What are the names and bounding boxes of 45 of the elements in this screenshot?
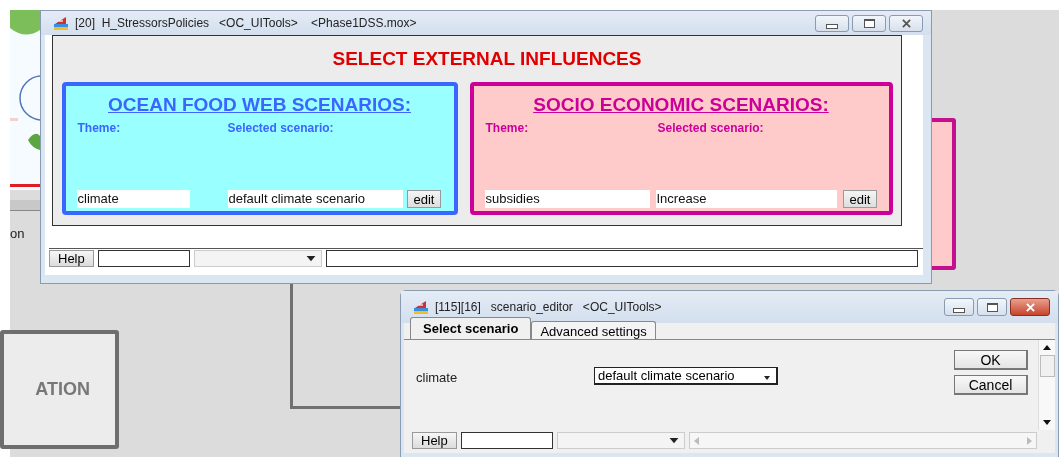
field-label: Selected scenario: xyxy=(657,121,764,135)
right-arrow-icon xyxy=(1027,436,1032,445)
field-label: climate xyxy=(416,370,459,385)
close-icon xyxy=(1024,302,1036,312)
close-icon xyxy=(900,18,912,28)
card-title: SOCIO ECONOMIC SCENARIOS: xyxy=(532,94,830,116)
caret-icon xyxy=(667,437,680,444)
window-title: [115][16] scenario_editor <OC_UITools> xyxy=(435,300,663,314)
field-label: Selected scenario: xyxy=(227,121,334,135)
scenario-field: default climate scenario xyxy=(227,190,403,208)
app-icon xyxy=(413,299,429,315)
edit-button[interactable]: edit xyxy=(842,190,878,208)
tab[interactable]: Advanced settings xyxy=(531,321,656,339)
minimize-button[interactable] xyxy=(944,298,974,316)
window-title: [20] H_StressorsPolicies <OC_UITools> <Phase1DSS.mox> xyxy=(75,16,418,30)
theme-field: subsidies xyxy=(484,190,650,208)
page-heading: SELECT EXTERNAL INFLUENCES xyxy=(332,48,642,70)
help-button[interactable]: Help xyxy=(49,250,94,267)
edit-button[interactable]: edit xyxy=(406,190,442,208)
help-button[interactable]: Help xyxy=(412,432,457,449)
scenario-dropdown[interactable]: default climate scenario xyxy=(594,367,778,385)
field-label: Theme: xyxy=(485,121,530,135)
caret-icon xyxy=(304,255,317,262)
app-icon xyxy=(53,15,69,31)
tab[interactable]: Select scenario xyxy=(410,317,532,339)
dialog-button[interactable]: OK xyxy=(954,350,1028,370)
scrollbar[interactable] xyxy=(1038,340,1055,430)
caret-icon xyxy=(764,376,770,380)
minimize-button[interactable] xyxy=(815,14,849,32)
scrollbar[interactable] xyxy=(688,432,1037,449)
dialog-button[interactable]: Cancel xyxy=(954,375,1028,395)
close-button[interactable] xyxy=(1010,298,1050,316)
scroll-thumb[interactable] xyxy=(1039,355,1055,377)
up-arrow-icon xyxy=(1043,345,1051,350)
down-arrow-icon xyxy=(1043,420,1051,425)
maximize-button[interactable] xyxy=(852,14,886,32)
field-label: Theme: xyxy=(77,121,122,135)
diagram-label: on xyxy=(10,226,25,241)
maximize-button[interactable] xyxy=(977,298,1007,316)
left-arrow-icon xyxy=(693,436,699,445)
theme-field: climate xyxy=(76,190,190,208)
node-label: ATION xyxy=(35,379,90,400)
scenario-field: Increase xyxy=(655,190,837,208)
close-button[interactable] xyxy=(889,14,923,32)
card-title: OCEAN FOOD WEB SCENARIOS: xyxy=(107,94,412,116)
